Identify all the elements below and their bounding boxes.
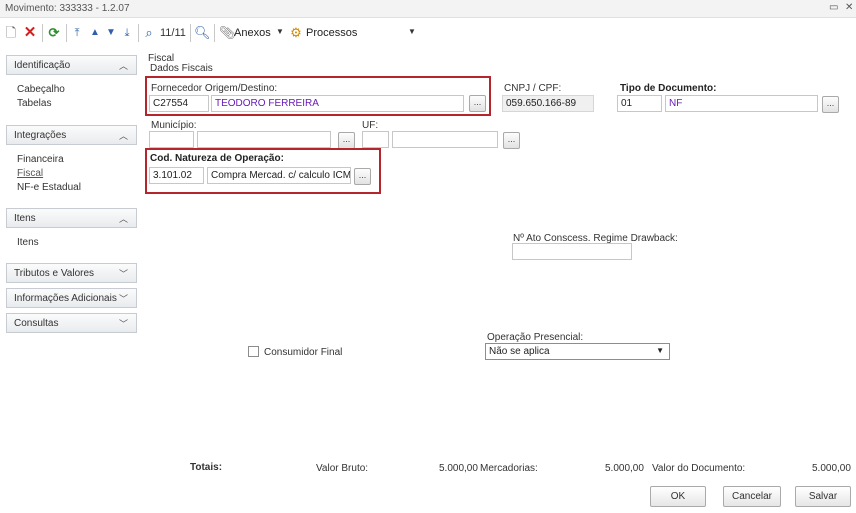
last-record-icon[interactable]: ⤓ xyxy=(120,24,134,42)
cancelar-button[interactable]: Cancelar xyxy=(723,486,781,507)
sidebar-section-informacoes-adicionais[interactable]: Informações Adicionais ﹀ xyxy=(6,288,137,308)
chevron-down-icon[interactable]: ﹀ xyxy=(119,267,128,280)
sidebar-item-financeira[interactable]: Financeira xyxy=(17,154,64,165)
binoculars-icon[interactable]: ⌕ xyxy=(141,24,157,42)
municipio-lookup-button[interactable]: ... xyxy=(338,132,355,149)
sidebar-section-label: Tributos e Valores xyxy=(14,268,95,279)
sidebar-item-fiscal[interactable]: Fiscal xyxy=(17,168,43,179)
natureza-lookup-button[interactable]: ... xyxy=(354,168,371,185)
cnpj-field[interactable]: 059.650.166-89 xyxy=(502,95,594,112)
sidebar-section-consultas[interactable]: Consultas ﹀ xyxy=(6,313,137,333)
sidebar-section-label: Consultas xyxy=(14,318,59,329)
valor-documento-label: Valor do Documento: xyxy=(652,463,746,474)
ok-button[interactable]: OK xyxy=(650,486,706,507)
refresh-icon[interactable]: ⟳ xyxy=(46,24,62,42)
dropdown-arrow-icon[interactable]: ▼ xyxy=(656,346,664,355)
tipo-documento-label: Tipo de Documento: xyxy=(620,83,717,94)
sidebar-section-tributos[interactable]: Tributos e Valores ﹀ xyxy=(6,263,137,283)
tipo-documento-name: NF xyxy=(669,98,683,109)
tipo-documento-code: 01 xyxy=(621,98,633,109)
chevron-up-icon[interactable]: ︿ xyxy=(119,129,128,142)
first-record-icon[interactable]: ⤒ xyxy=(70,24,84,42)
municipio-code-field[interactable] xyxy=(149,131,194,148)
sidebar-section-label: Informações Adicionais xyxy=(14,293,117,304)
chevron-up-icon[interactable]: ︿ xyxy=(119,59,128,72)
window-title: Movimento: 333333 - 1.2.07 xyxy=(5,3,130,14)
municipio-name-field[interactable] xyxy=(197,131,331,148)
delete-icon[interactable]: ✕ xyxy=(22,24,38,42)
salvar-button[interactable]: Salvar xyxy=(795,486,851,507)
chevron-up-icon[interactable]: ︿ xyxy=(119,212,128,225)
fornecedor-name-field[interactable]: TEODORO FERREIRA xyxy=(211,95,464,112)
sidebar-section-identificacao[interactable]: Identificação ︿ xyxy=(6,55,137,75)
totals-label: Totais: xyxy=(190,462,223,473)
natureza-code-field[interactable]: 3.101.02 xyxy=(149,167,204,184)
toolbar-separator xyxy=(138,24,139,42)
window-titlebar: Movimento: 333333 - 1.2.07 ▭ ✕ xyxy=(0,0,856,18)
fornecedor-label: Fornecedor Origem/Destino: xyxy=(151,83,278,94)
processos-dropdown-icon[interactable]: ▼ xyxy=(408,27,416,36)
sidebar-section-label: Identificação xyxy=(14,60,71,71)
chevron-down-icon[interactable]: ﹀ xyxy=(119,292,128,305)
tipo-documento-code-field[interactable]: 01 xyxy=(617,95,662,112)
fornecedor-code: C27554 xyxy=(153,98,189,109)
close-icon[interactable]: ✕ xyxy=(845,2,853,13)
anexos-button[interactable]: Anexos xyxy=(234,27,271,39)
paperclip-icon: 📎︎ xyxy=(219,25,236,40)
valor-bruto-value: 5.000,00 xyxy=(439,463,478,474)
sidebar-section-label: Integrações xyxy=(14,130,67,141)
natureza-label: Cod. Natureza de Operação: xyxy=(150,153,284,164)
fornecedor-code-field[interactable]: C27554 xyxy=(149,95,209,112)
toolbar-separator xyxy=(190,24,191,42)
mercadorias-value: 5.000,00 xyxy=(605,463,644,474)
sidebar-section-itens[interactable]: Itens ︿ xyxy=(6,208,137,228)
previous-record-icon[interactable]: ▲ xyxy=(88,24,102,42)
sidebar-section-label: Itens xyxy=(14,213,36,224)
zoom-search-icon[interactable]: 🔍︎ xyxy=(194,24,211,42)
sidebar-item-cabecalho[interactable]: Cabeçalho xyxy=(17,84,65,95)
uf-lookup-button[interactable]: ... xyxy=(503,132,520,149)
new-document-icon[interactable]: 🗋 xyxy=(4,24,18,42)
sidebar-item-itens[interactable]: Itens xyxy=(17,237,39,248)
next-record-icon[interactable]: ▼ xyxy=(104,24,118,42)
fornecedor-lookup-button[interactable]: ... xyxy=(469,95,486,112)
processos-button[interactable]: Processos xyxy=(306,27,357,39)
group-title: Dados Fiscais xyxy=(150,63,213,74)
operacao-presencial-select[interactable]: Não se aplica ▼ xyxy=(485,343,670,360)
valor-bruto-label: Valor Bruto: xyxy=(316,463,369,474)
sidebar-section-integracoes[interactable]: Integrações ︿ xyxy=(6,125,137,145)
toolbar-separator xyxy=(42,24,43,42)
valor-documento-value: 5.000,00 xyxy=(812,463,851,474)
mercadorias-label: Mercadorias: xyxy=(480,463,538,474)
chevron-down-icon[interactable]: ﹀ xyxy=(119,317,128,330)
sidebar xyxy=(0,50,143,465)
cnpj-label: CNPJ / CPF: xyxy=(504,83,562,94)
processes-icon: ⚙ xyxy=(290,25,302,40)
restore-icon[interactable]: ▭ xyxy=(829,2,838,13)
toolbar-separator xyxy=(66,24,67,42)
natureza-description-field[interactable]: Compra Mercad. c/ calculo ICMS xyxy=(207,167,351,184)
record-counter: 11/11 xyxy=(160,27,186,39)
municipio-label: Município: xyxy=(151,120,197,131)
sidebar-item-nfe-estadual[interactable]: NF-e Estadual xyxy=(17,182,81,193)
sidebar-item-tabelas[interactable]: Tabelas xyxy=(17,98,51,109)
operacao-presencial-value: Não se aplica xyxy=(489,346,550,357)
anexos-dropdown-icon[interactable]: ▼ xyxy=(276,27,284,36)
tipo-documento-name-field[interactable]: NF xyxy=(665,95,818,112)
tipo-documento-lookup-button[interactable]: ... xyxy=(822,96,839,113)
uf-label: UF: xyxy=(362,120,379,131)
natureza-code: 3.101.02 xyxy=(153,170,192,181)
consumidor-final-checkbox[interactable] xyxy=(248,346,259,357)
uf-name-field[interactable] xyxy=(392,131,498,148)
cnpj-value: 059.650.166-89 xyxy=(506,98,577,109)
toolbar-separator xyxy=(214,24,215,42)
uf-code-field[interactable] xyxy=(362,131,389,148)
drawback-field[interactable] xyxy=(512,243,632,260)
fornecedor-name: TEODORO FERREIRA xyxy=(215,98,319,109)
natureza-description: Compra Mercad. c/ calculo ICMS xyxy=(211,170,351,181)
consumidor-final-label: Consumidor Final xyxy=(264,347,343,358)
operacao-presencial-label: Operação Presencial: xyxy=(487,332,584,343)
